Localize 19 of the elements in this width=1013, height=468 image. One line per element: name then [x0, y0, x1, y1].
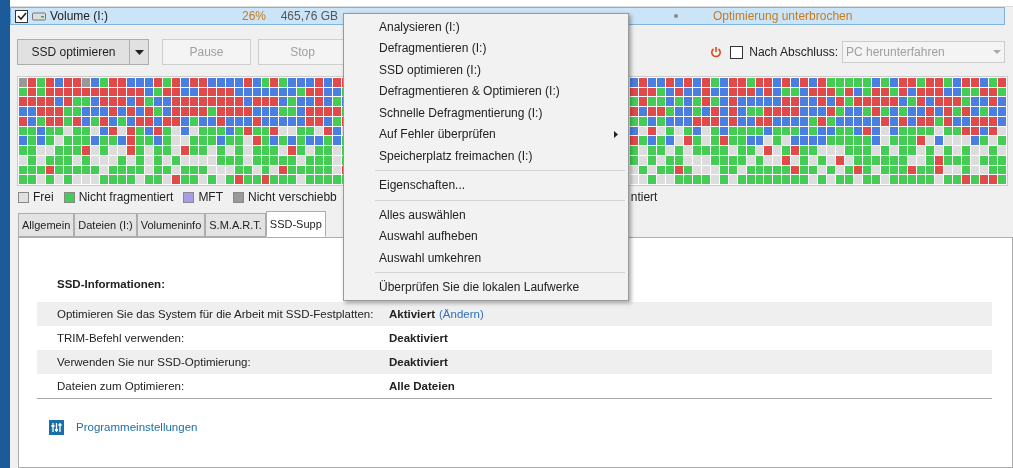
volume-status: Optimierung unterbrochen — [713, 8, 853, 25]
info-value: Aktiviert — [389, 306, 436, 322]
after-completion-label: Nach Abschluss: — [749, 44, 838, 61]
volume-size: 465,76 GB — [279, 8, 338, 25]
info-label: TRIM-Befehl verwenden: — [57, 330, 186, 346]
legend-label: MFT — [198, 189, 224, 206]
info-label: Optimieren Sie das System für die Arbeit mit SSD-Festplatten: — [57, 306, 375, 322]
info-value: Deaktiviert — [389, 354, 448, 370]
section-heading: SSD-Informationen: — [57, 277, 165, 292]
legend-label: Nicht fragmentiert — [78, 189, 174, 206]
legend-label: Nicht verschiebb — [248, 189, 337, 206]
legend-label: Frei — [33, 189, 54, 206]
volume-name: Volume (I:) — [50, 8, 110, 25]
legend-label: ntiert — [630, 189, 658, 206]
info-label: Dateien zum Optimieren: — [57, 378, 186, 394]
percent-used: 26% — [240, 8, 266, 25]
info-label: Verwenden Sie nur SSD-Optimierung: — [57, 354, 252, 370]
info-value: Alle Dateien — [389, 378, 455, 394]
info-value: Deaktiviert — [389, 330, 448, 346]
